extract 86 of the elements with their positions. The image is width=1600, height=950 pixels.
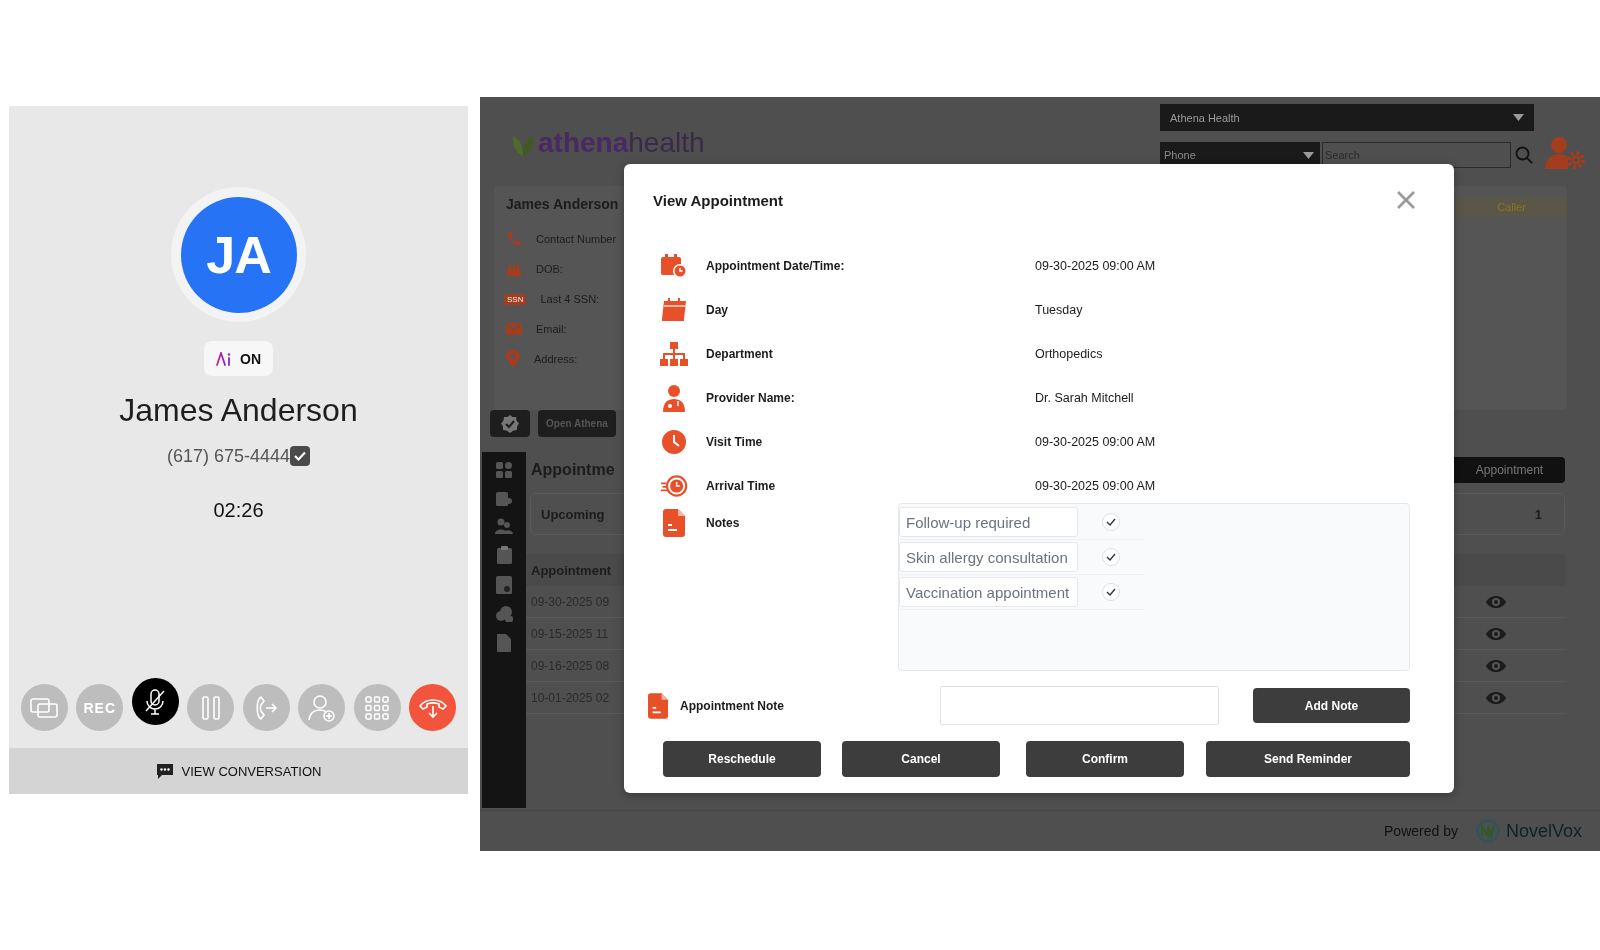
- transfer-button[interactable]: [242, 684, 290, 731]
- view-conversation-button[interactable]: VIEW CONVERSATION: [9, 748, 468, 794]
- note-check[interactable]: [1102, 583, 1120, 601]
- document-icon: [648, 692, 668, 719]
- screen-share-icon: [29, 695, 60, 720]
- note-check[interactable]: [1102, 548, 1120, 566]
- phone-icon: [506, 231, 522, 247]
- keypad-button[interactable]: [353, 684, 401, 731]
- brand-logo-icon: [1475, 819, 1500, 843]
- eye-icon[interactable]: [1485, 593, 1507, 610]
- add-person-icon: [306, 692, 337, 723]
- eye-icon[interactable]: [1485, 689, 1507, 706]
- check-icon: [1106, 518, 1116, 526]
- hangup-button[interactable]: [409, 684, 457, 731]
- people-icon[interactable]: [495, 518, 513, 534]
- add-note-button[interactable]: Add Note: [1253, 688, 1410, 723]
- note-text: Vaccination appointment: [899, 577, 1078, 607]
- document-icon: [663, 509, 685, 537]
- clock-icon: [660, 429, 688, 455]
- detail-label: Visit Time: [706, 435, 764, 449]
- detail-label: Arrival Time: [706, 479, 777, 493]
- action-button[interactable]: Send Reminder: [1206, 741, 1410, 777]
- appointment-note-input[interactable]: [940, 686, 1219, 725]
- eye-icon[interactable]: [1485, 625, 1507, 642]
- close-icon[interactable]: [1396, 190, 1416, 210]
- appointment-note-label: Appointment Note: [680, 698, 785, 713]
- caret-icon: [1513, 114, 1524, 121]
- org-chart-icon: [660, 342, 688, 366]
- eye-icon[interactable]: [1485, 657, 1507, 674]
- action-button[interactable]: Cancel: [842, 741, 1000, 777]
- note-text: Follow-up required: [899, 507, 1078, 537]
- document-icon[interactable]: [497, 634, 511, 652]
- action-button[interactable]: Reschedule: [663, 741, 821, 777]
- new-appointment-button[interactable]: Appointment: [1454, 457, 1565, 483]
- grid-icon[interactable]: [496, 462, 512, 478]
- detail-label: Day: [706, 303, 729, 317]
- detail-label: Provider Name:: [706, 391, 796, 405]
- detail-value: 09-30-2025 09:00 AM: [1035, 435, 1156, 449]
- detail-label: Appointment Date/Time:: [706, 259, 846, 273]
- powered-by-text: Powered by: [1384, 823, 1458, 839]
- clipboard-icon[interactable]: [496, 546, 512, 564]
- calendar-clock-icon: [660, 253, 688, 279]
- notes-label: Notes: [706, 515, 741, 531]
- envelope-icon: [506, 323, 522, 335]
- avatar-initials: JA: [180, 196, 297, 313]
- caret-icon: [1303, 151, 1314, 159]
- action-button[interactable]: Confirm: [1026, 741, 1184, 777]
- ai-status-badge[interactable]: ON: [204, 341, 273, 376]
- calendar-icon: [660, 298, 688, 322]
- dialog-title: View Appointment: [653, 191, 783, 209]
- ssn-badge: SSN: [504, 293, 527, 305]
- call-timer: 02:26: [213, 498, 264, 523]
- field-label: DOB:: [536, 263, 563, 275]
- detail-label: Department: [706, 347, 774, 361]
- mute-button[interactable]: [131, 678, 179, 725]
- check-icon: [1106, 588, 1116, 596]
- patient-name: James Anderson: [506, 196, 619, 212]
- chat-icon: [155, 762, 174, 780]
- note-check[interactable]: [1102, 513, 1120, 531]
- cake-icon: [506, 261, 522, 277]
- check-icon: [1106, 553, 1116, 561]
- field-label: Address:: [534, 353, 578, 365]
- detail-value: 09-30-2025 09:00 AM: [1035, 479, 1156, 493]
- detail-value: 09-30-2025 09:00 AM: [1035, 259, 1156, 273]
- account-dropdown[interactable]: Athena Health: [1160, 104, 1534, 131]
- note-text: Skin allergy consultation: [899, 542, 1078, 572]
- caller-name: James Anderson: [119, 391, 358, 430]
- brand-name: NovelVox: [1505, 820, 1582, 842]
- detail-value: Orthopedics: [1035, 347, 1103, 361]
- field-label: Email:: [536, 323, 567, 335]
- detail-value: Dr. Sarah Mitchell: [1035, 391, 1134, 405]
- doctor-icon: [660, 384, 688, 412]
- field-label: Last 4 SSN:: [540, 293, 600, 305]
- keypad-icon: [365, 695, 390, 720]
- verify-button[interactable]: [490, 410, 530, 437]
- pause-icon: [199, 694, 222, 721]
- caller-phone: (617) 675-4444: [166, 445, 291, 467]
- field-label: Contact Number: [536, 233, 617, 245]
- hold-button[interactable]: [187, 684, 235, 731]
- location-pin-icon: [506, 350, 520, 368]
- detail-value: Tuesday: [1035, 303, 1083, 317]
- screen-button[interactable]: [20, 684, 68, 731]
- badge-check-icon: [500, 413, 520, 434]
- search-icon: [1515, 146, 1533, 164]
- fast-clock-icon: [660, 473, 688, 499]
- phone-transfer-icon: [253, 693, 280, 722]
